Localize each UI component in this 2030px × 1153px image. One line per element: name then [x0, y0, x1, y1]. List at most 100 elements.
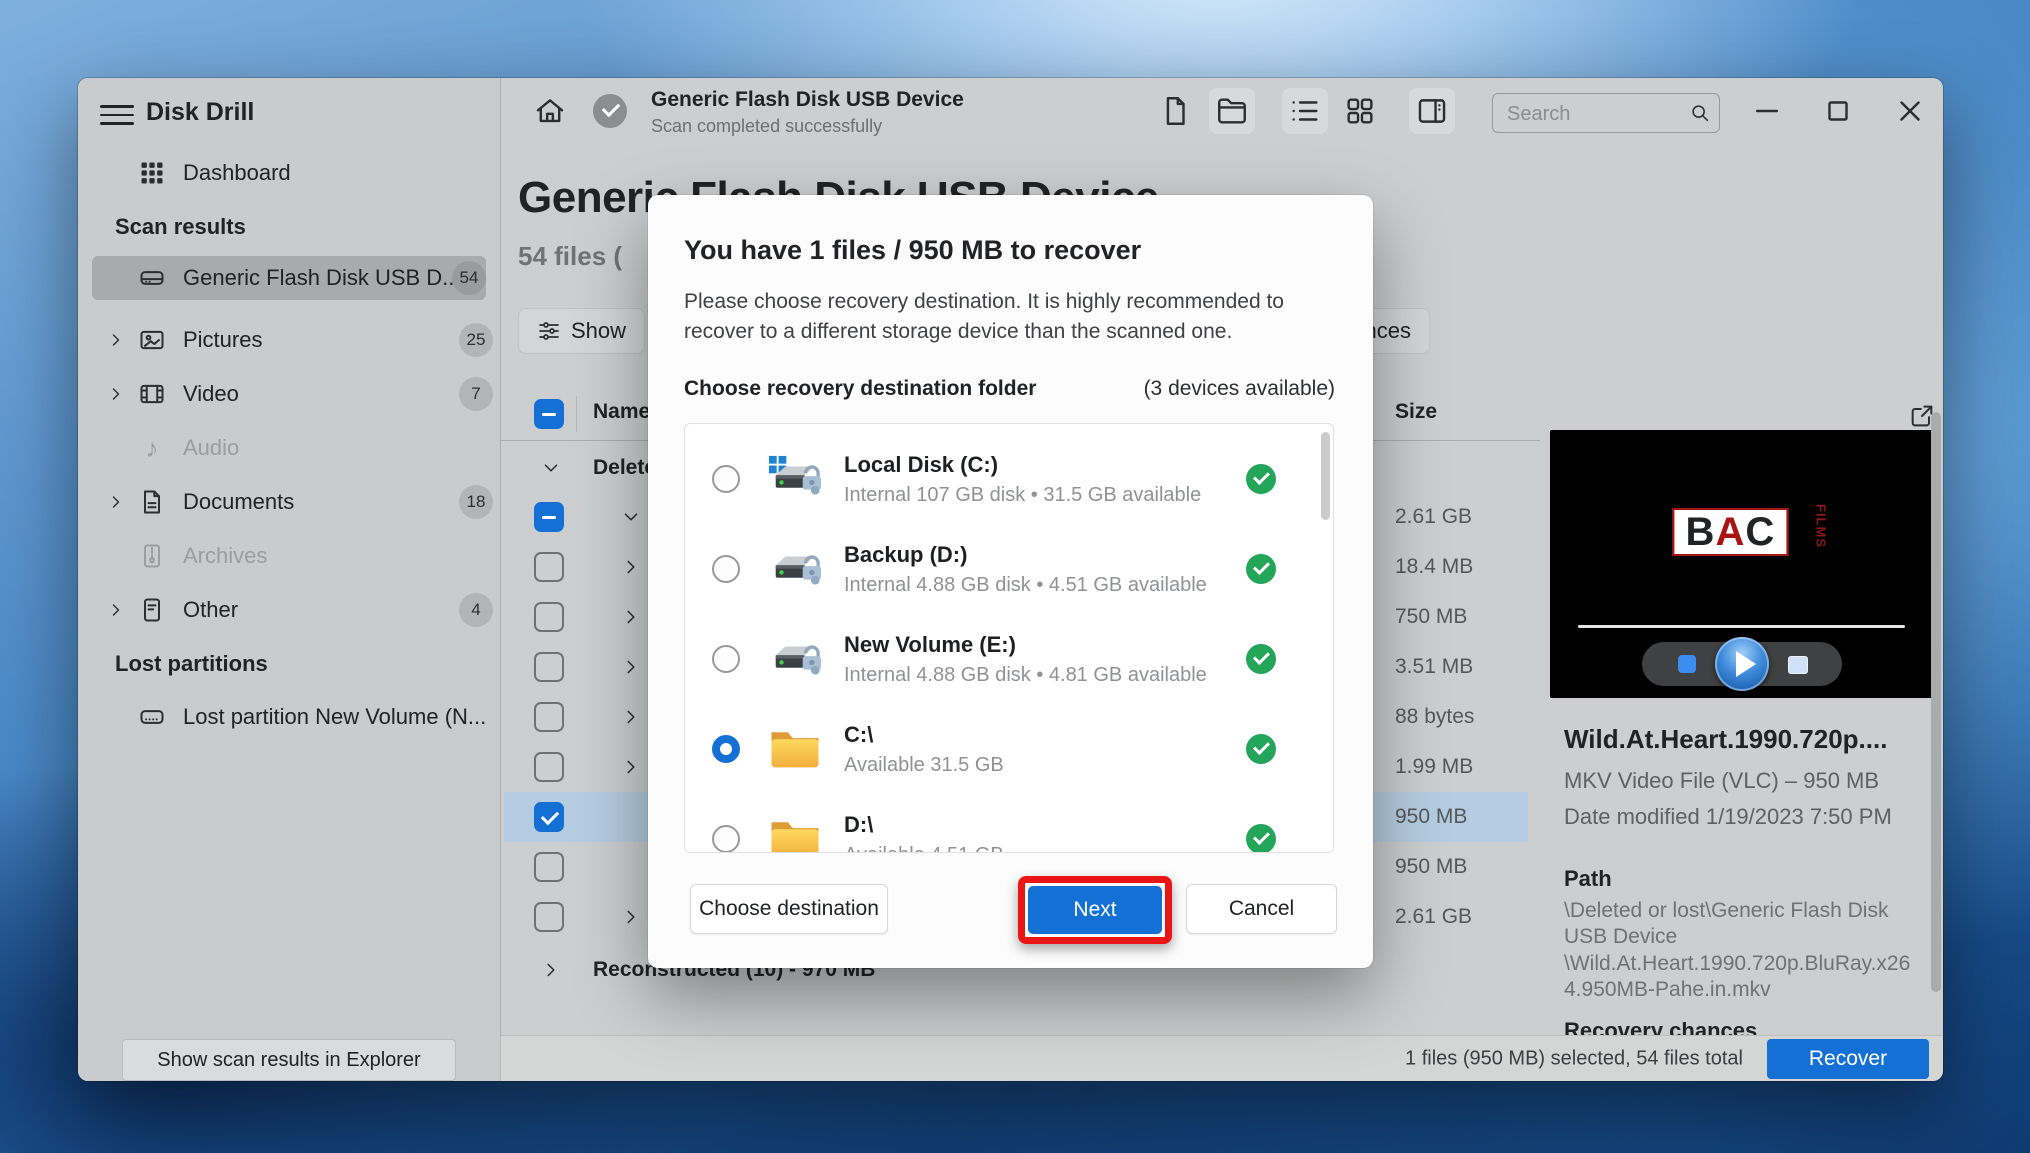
- cancel-button[interactable]: Cancel: [1186, 884, 1337, 934]
- folder-view-icon[interactable]: [1215, 94, 1249, 128]
- chevron-right-icon[interactable]: [620, 556, 642, 578]
- path-value: \Deleted or lost\Generic Flash Disk USB …: [1564, 899, 1911, 1001]
- archives-zip-icon: [138, 542, 166, 570]
- select-all-checkbox[interactable]: [534, 399, 564, 429]
- sidebar-item-video[interactable]: Video 7: [78, 372, 500, 416]
- sidebar-item-label: Video: [183, 381, 239, 406]
- chevron-right-icon[interactable]: [620, 906, 642, 928]
- video-preview[interactable]: BAC FILMS: [1550, 430, 1933, 698]
- scan-complete-check-icon: [593, 94, 627, 128]
- available-check-icon: [1246, 824, 1276, 852]
- row-size: 2.61 GB: [1395, 505, 1473, 528]
- row-size: 1.99 MB: [1395, 755, 1474, 778]
- search-input[interactable]: [1505, 94, 1679, 134]
- chevron-right-icon[interactable]: [620, 656, 642, 678]
- choose-destination-button[interactable]: Choose destination: [690, 884, 888, 934]
- chevron-right-icon[interactable]: [540, 959, 562, 981]
- file-name: Wild.At.Heart.1990.720p....: [1564, 724, 1888, 754]
- chevron-down-icon[interactable]: [540, 457, 562, 479]
- disk-drive-icon: [138, 703, 166, 731]
- radio-button[interactable]: [712, 825, 740, 852]
- next-label: Next: [1073, 898, 1117, 921]
- selection-summary: 1 files (950 MB) selected, 54 files tota…: [1405, 1047, 1743, 1070]
- documents-icon: [138, 488, 166, 516]
- stop-button[interactable]: [1677, 655, 1696, 673]
- recover-button[interactable]: Recover: [1767, 1039, 1929, 1079]
- chevron-right-icon[interactable]: [620, 706, 642, 728]
- header-device-title: Generic Flash Disk USB Device: [651, 88, 964, 111]
- size-column-header[interactable]: Size: [1395, 400, 1437, 424]
- drive-windows-lock-icon: [768, 454, 822, 504]
- cancel-label: Cancel: [1228, 897, 1295, 920]
- available-check-icon: [1246, 644, 1276, 674]
- file-meta: MKV Video File (VLC) – 950 MB: [1564, 768, 1880, 793]
- destination-option-backup-d[interactable]: Backup (D:) Internal 4.88 GB disk • 4.51…: [685, 524, 1333, 614]
- panel-view-icon[interactable]: [1415, 94, 1449, 128]
- destination-detail: Internal 107 GB disk • 31.5 GB available: [844, 484, 1202, 506]
- minimize-button[interactable]: [1750, 94, 1784, 128]
- radio-button[interactable]: [712, 555, 740, 583]
- chevron-right-icon[interactable]: [620, 756, 642, 778]
- sidebar-item-lost-partition[interactable]: Lost partition New Volume (N...: [78, 695, 500, 739]
- row-checkbox[interactable]: [534, 652, 564, 682]
- row-size: 950 MB: [1395, 855, 1468, 878]
- count-badge: 25: [459, 323, 493, 357]
- show-in-explorer-button[interactable]: Show scan results in Explorer: [122, 1039, 456, 1081]
- destination-name: C:\: [844, 722, 874, 747]
- chevron-down-icon[interactable]: [620, 506, 642, 528]
- sidebar-item-other[interactable]: Other 4: [78, 588, 500, 632]
- destination-option-new-volume-e[interactable]: New Volume (E:) Internal 4.88 GB disk • …: [685, 614, 1333, 704]
- panel-scrollbar[interactable]: [1931, 412, 1941, 992]
- chevron-right-icon[interactable]: [620, 606, 642, 628]
- list-scrollbar[interactable]: [1321, 432, 1330, 520]
- search-icon[interactable]: [1689, 102, 1711, 124]
- radio-button-selected[interactable]: [712, 735, 740, 763]
- row-checkbox[interactable]: [534, 552, 564, 582]
- radio-button[interactable]: [712, 465, 740, 493]
- destination-option-local-disk-c[interactable]: Local Disk (C:) Internal 107 GB disk • 3…: [685, 434, 1333, 524]
- destination-option-d-root[interactable]: D:\ Available 4.51 GB: [685, 794, 1333, 852]
- next-button[interactable]: Next: [1028, 886, 1162, 934]
- sidebar-item-generic-flash-disk[interactable]: Generic Flash Disk USB D... 54: [92, 256, 486, 300]
- close-button[interactable]: [1893, 94, 1927, 128]
- sidebar-item-audio[interactable]: ♪ Audio: [78, 426, 500, 470]
- name-column-header[interactable]: Name: [593, 400, 650, 424]
- row-checkbox[interactable]: [534, 602, 564, 632]
- sidebar-item-pictures[interactable]: Pictures 25: [78, 318, 500, 362]
- sidebar-item-dashboard[interactable]: Dashboard: [78, 151, 500, 195]
- row-checkbox[interactable]: [534, 502, 564, 532]
- scan-results-heading: Scan results: [115, 214, 246, 239]
- radio-button[interactable]: [712, 645, 740, 673]
- grid-view-icon[interactable]: [1343, 94, 1377, 128]
- available-check-icon: [1246, 464, 1276, 494]
- destination-option-c-root[interactable]: C:\ Available 31.5 GB: [685, 704, 1333, 794]
- sidebar-item-archives[interactable]: Archives: [78, 534, 500, 578]
- count-badge: 7: [459, 377, 493, 411]
- row-checkbox[interactable]: [534, 902, 564, 932]
- video-progress-bar[interactable]: [1578, 625, 1905, 628]
- row-checkbox[interactable]: [534, 752, 564, 782]
- chevron-right-icon[interactable]: [106, 600, 126, 620]
- chevron-right-icon[interactable]: [106, 384, 126, 404]
- list-view-icon[interactable]: [1288, 94, 1322, 128]
- frame-button[interactable]: [1787, 656, 1808, 674]
- maximize-button[interactable]: [1821, 94, 1855, 128]
- footer-bar: 1 files (950 MB) selected, 54 files tota…: [500, 1035, 1943, 1081]
- chevron-right-icon[interactable]: [106, 330, 126, 350]
- video-icon: [138, 380, 166, 408]
- sliders-icon: [537, 319, 561, 343]
- destination-detail: Internal 4.88 GB disk • 4.51 GB availabl…: [844, 574, 1207, 596]
- play-button[interactable]: [1714, 637, 1769, 691]
- row-checkbox[interactable]: [534, 802, 564, 832]
- hamburger-menu-icon[interactable]: [100, 100, 134, 130]
- row-checkbox[interactable]: [534, 852, 564, 882]
- sidebar-item-documents[interactable]: Documents 18: [78, 480, 500, 524]
- show-filter-button[interactable]: Show: [518, 308, 646, 354]
- choose-destination-heading: Choose recovery destination folder: [684, 377, 1037, 400]
- file-view-icon[interactable]: [1158, 94, 1192, 128]
- home-icon[interactable]: [533, 94, 567, 128]
- row-checkbox[interactable]: [534, 702, 564, 732]
- drive-lock-icon: [768, 634, 822, 684]
- bac-logo: BAC: [1671, 508, 1788, 556]
- chevron-right-icon[interactable]: [106, 492, 126, 512]
